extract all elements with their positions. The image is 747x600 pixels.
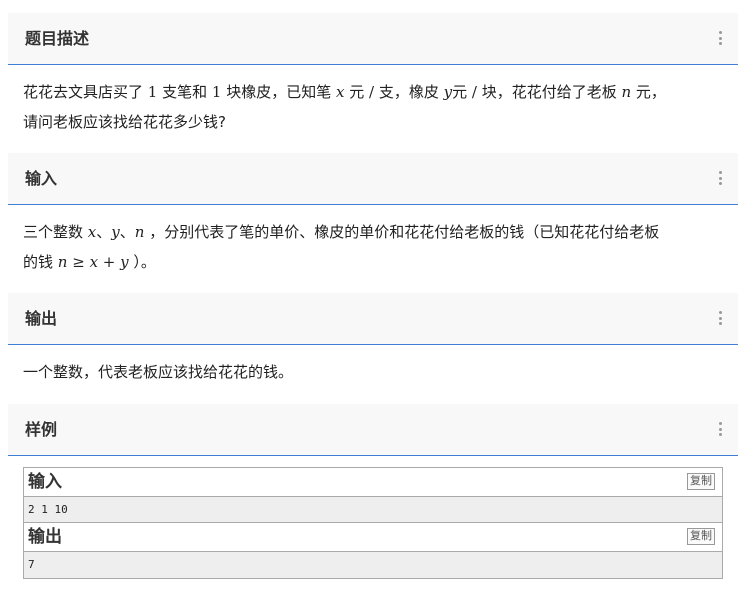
description-text: 花花去文具店买了 1 支笔和 1 块橡皮，已知笔 x 元 / 支，橡皮 y元 /… xyxy=(8,65,738,153)
copy-input-button[interactable]: 复制 xyxy=(687,473,715,490)
text: 、 xyxy=(96,223,112,241)
input-text: 三个整数 x、y、n ，分别代表了笔的单价、橡皮的单价和花花付给老板的钱（已知花… xyxy=(8,205,738,293)
kebab-icon[interactable] xyxy=(718,31,722,45)
section-description: 题目描述 花花去文具店买了 1 支笔和 1 块橡皮，已知笔 x 元 / 支，橡皮… xyxy=(8,13,738,153)
kebab-icon[interactable] xyxy=(718,171,722,185)
section-header: 输出 xyxy=(8,293,738,345)
section-input: 输入 三个整数 x、y、n ，分别代表了笔的单价、橡皮的单价和花花付给老板的钱（… xyxy=(8,153,738,293)
math-var-n: n xyxy=(134,223,145,241)
copy-output-button[interactable]: 复制 xyxy=(687,528,715,545)
math-slash: / xyxy=(364,83,379,101)
math-var-y: y xyxy=(443,83,453,101)
sample-output-label: 输出 xyxy=(28,527,62,547)
math-var-n: n xyxy=(57,253,68,271)
section-output: 输出 一个整数，代表老板应该找给花花的钱。 xyxy=(8,293,738,404)
kebab-icon[interactable] xyxy=(718,422,722,436)
text: 、 xyxy=(119,223,135,241)
section-header: 输入 xyxy=(8,153,738,205)
math-var-x: x xyxy=(89,253,99,271)
math-var-y: y xyxy=(120,253,129,271)
sample-output-data: 7 xyxy=(24,552,722,578)
math-var-n: n xyxy=(621,83,632,101)
text: 元， xyxy=(631,83,666,101)
sample-output-header: 输出 复制 xyxy=(24,523,722,552)
text: 元 xyxy=(344,83,365,101)
section-header: 题目描述 xyxy=(8,13,738,65)
text: ）。 xyxy=(128,253,156,271)
text: 三个整数 xyxy=(23,223,88,241)
text: 支笔和 xyxy=(157,83,212,101)
problem-page: 题目描述 花花去文具店买了 1 支笔和 1 块橡皮，已知笔 x 元 / 支，橡皮… xyxy=(8,13,738,579)
kebab-icon[interactable] xyxy=(718,311,722,325)
text: ，分别代表了笔的单价、橡皮的单价和花花付给老板的钱（已知花花付给老板 xyxy=(144,223,660,241)
math-ge: ≥ xyxy=(67,253,90,271)
math-plus: + xyxy=(98,253,121,271)
math-number: 1 xyxy=(147,83,158,101)
math-var-y: y xyxy=(111,223,120,241)
text: 支，橡皮 xyxy=(378,83,444,101)
math-slash: / xyxy=(467,83,482,101)
output-text: 一个整数，代表老板应该找给花花的钱。 xyxy=(8,345,738,404)
math-var-x: x xyxy=(87,223,97,241)
sample-input-header: 输入 复制 xyxy=(24,468,722,497)
text: 块，花花付给了老板 xyxy=(481,83,622,101)
section-header: 样例 xyxy=(8,404,738,456)
sample-box: 输入 复制 2 1 10 输出 复制 7 xyxy=(23,467,723,579)
section-title: 题目描述 xyxy=(25,29,90,48)
text: 一个整数，代表老板应该找给花花的钱。 xyxy=(23,363,294,381)
section-samples: 样例 输入 复制 2 1 10 输出 复制 7 xyxy=(8,404,738,579)
math-number: 1 xyxy=(211,83,222,101)
text: 元 xyxy=(452,83,468,101)
section-title: 样例 xyxy=(25,420,58,439)
text: 花花去文具店买了 xyxy=(23,83,148,101)
sample-input-label: 输入 xyxy=(28,472,62,492)
section-title: 输出 xyxy=(25,309,58,328)
text: 块橡皮，已知笔 xyxy=(221,83,336,101)
text: 的钱 xyxy=(23,253,58,271)
section-title: 输入 xyxy=(25,169,58,188)
text: 请问老板应该找给花花多少钱? xyxy=(23,113,226,131)
sample-input-data: 2 1 10 xyxy=(24,497,722,523)
